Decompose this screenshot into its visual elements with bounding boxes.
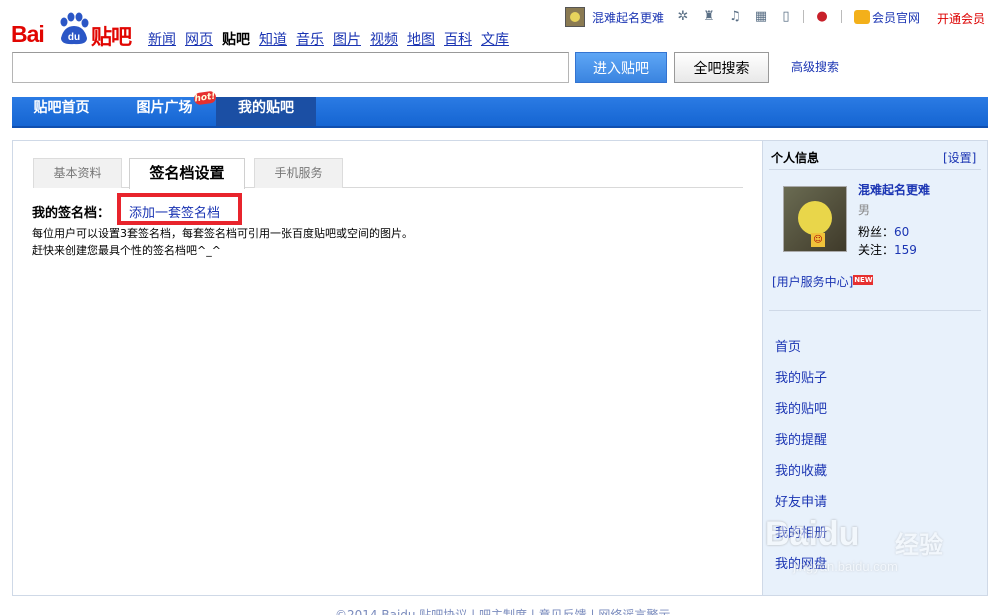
settings-sub-tabs: 基本资料 签名档设置 手机服务 — [33, 158, 743, 189]
tab-tieba-home[interactable]: 贴吧首页 — [12, 97, 111, 126]
fans-label: 粉丝： — [858, 225, 895, 239]
fans-count: 粉丝：60 — [858, 223, 909, 240]
baidu-tieba-logo[interactable]: Bai du 贴吧 — [11, 8, 133, 49]
nav-video[interactable]: 视频 — [370, 29, 398, 49]
paw-icon: du — [60, 12, 89, 45]
nav-zhidao[interactable]: 知道 — [259, 29, 287, 49]
tab-signature-settings[interactable]: 签名档设置 — [129, 158, 245, 189]
profile-avatar[interactable]: ☺ — [783, 186, 847, 252]
footer-links[interactable]: ©2014 Baidu 贴吧协议 | 吧主制度 | 意见反馈 | 网络谣言警示 — [335, 606, 670, 615]
user-service-center-link[interactable]: [用户服务中心]NEW — [772, 273, 874, 290]
new-badge: NEW — [853, 275, 874, 285]
follow-count: 关注：159 — [858, 241, 917, 258]
sidebar-item-my-tieba[interactable]: 我的贴吧 — [775, 398, 827, 429]
balloon-icon[interactable]: ● — [814, 9, 830, 25]
tab-mobile-service[interactable]: 手机服务 — [254, 158, 343, 188]
sidebar-item-home[interactable]: 首页 — [775, 336, 827, 367]
tablet-icon[interactable]: ▯ — [778, 9, 794, 25]
nav-tieba: 贴吧 — [222, 32, 250, 48]
bell-icon[interactable]: ♫ — [727, 9, 743, 25]
profile-name[interactable]: 混难起名更难 — [858, 181, 930, 198]
follow-number[interactable]: 159 — [894, 243, 917, 257]
divider — [803, 10, 804, 23]
content-area: 基本资料 签名档设置 手机服务 我的签名档： 添加一套签名档 每位用户可以设置3… — [13, 141, 762, 595]
baidu-jingyan-watermark: Baidu 经验 jingyan.baidu.com — [765, 505, 975, 575]
signature-title: 我的签名档： — [32, 206, 111, 221]
nav-wenku[interactable]: 文库 — [481, 29, 509, 49]
user-bar: 混难起名更难 ✲ ♜ ♫ ▦ ▯ ● 会员官网 开通会员 — [565, 6, 995, 28]
signature-description: 每位用户可以设置3套签名档，每套签名档可引用一张百度贴吧或空间的图片。 — [32, 227, 413, 240]
nav-music[interactable]: 音乐 — [296, 29, 324, 49]
divider — [841, 10, 842, 23]
tab-my-tieba[interactable]: 我的贴吧 — [216, 97, 316, 126]
nav-news[interactable]: 新闻 — [148, 29, 176, 49]
enter-tieba-button[interactable]: 进入贴吧 — [575, 52, 667, 83]
gear-icon[interactable]: ✲ — [675, 9, 691, 25]
sidebar-item-my-favorites[interactable]: 我的收藏 — [775, 460, 827, 491]
service-center-label: [用户服务中心] — [772, 275, 854, 289]
add-signature-link[interactable]: 添加一套签名档 — [129, 202, 220, 221]
fans-number[interactable]: 60 — [894, 225, 909, 239]
sidebar-item-my-posts[interactable]: 我的贴子 — [775, 367, 827, 398]
bag-icon[interactable]: ♜ — [701, 9, 717, 25]
tab-basic-info[interactable]: 基本资料 — [33, 158, 122, 188]
divider — [769, 310, 981, 311]
store-icon[interactable]: ▦ — [753, 9, 769, 25]
nav-images[interactable]: 图片 — [333, 29, 361, 49]
logo-bai-text: Bai — [11, 21, 45, 47]
main-tab-bar: 贴吧首页 图片广场 我的贴吧 — [12, 97, 988, 128]
sidebar-item-my-reminders[interactable]: 我的提醒 — [775, 429, 827, 460]
vip-site-link[interactable]: 会员官网 — [854, 9, 920, 26]
product-nav: 新闻 网页 贴吧 知道 音乐 图片 视频 地图 百科 文库 — [148, 29, 518, 49]
username-link[interactable]: 混难起名更难 — [592, 9, 664, 26]
advanced-search-link[interactable]: 高级搜索 — [791, 58, 839, 75]
logo-tieba-text: 贴吧 — [91, 25, 132, 49]
signature-encouragement: 赶快来创建您最具个性的签名档吧^_^ — [32, 244, 221, 257]
open-vip-link[interactable]: 开通会员 — [937, 10, 985, 27]
avatar-tag-image: ☺ — [811, 233, 825, 247]
profile-header: 个人信息 — [771, 151, 820, 165]
nav-baike[interactable]: 百科 — [444, 29, 472, 49]
divider — [769, 169, 981, 170]
watermark-logo: Baidu — [765, 515, 860, 553]
nav-map[interactable]: 地图 — [407, 29, 435, 49]
avatar-face-image — [798, 201, 832, 235]
crown-icon — [854, 10, 870, 24]
search-all-button[interactable]: 全吧搜索 — [674, 52, 769, 83]
logo-du-text: du — [68, 32, 80, 43]
profile-gender: 男 — [858, 203, 871, 217]
signature-row: 我的签名档： — [32, 202, 110, 221]
nav-web[interactable]: 网页 — [185, 29, 213, 49]
user-avatar[interactable] — [565, 7, 585, 27]
settings-link[interactable]: [设置] — [943, 149, 976, 166]
follow-label: 关注： — [858, 243, 895, 257]
watermark-url: jingyan.baidu.com — [793, 559, 898, 574]
search-input[interactable] — [12, 52, 569, 83]
vip-site-label: 会员官网 — [872, 11, 921, 25]
watermark-text: 经验 — [895, 531, 943, 559]
